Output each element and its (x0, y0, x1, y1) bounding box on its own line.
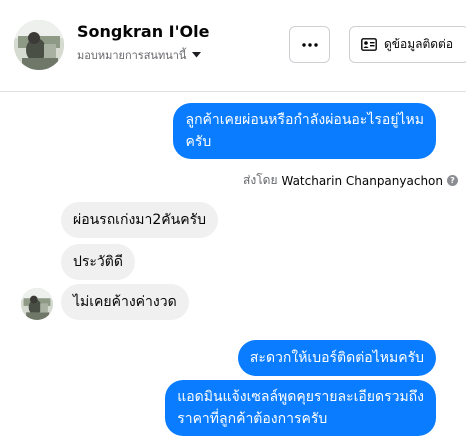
message-bubble-outgoing[interactable]: ลูกค้าเคยผ่อนหรือกำลังผ่อนอะไรอยู่ไหม คร… (173, 103, 436, 159)
message-text: ครับ (185, 134, 212, 150)
message-text: ลูกค้าเคยผ่อนหรือกำลังผ่อนอะไรอยู่ไหม (185, 112, 424, 128)
message-text: สะดวกให้เบอร์ติดต่อไหมครับ (249, 350, 424, 366)
message-text: ราคาที่ลูกค้าต้องการครับ (177, 411, 328, 427)
avatar-photo (14, 20, 64, 70)
assign-conversation[interactable]: มอบหมายการสนทนานี้ (77, 46, 202, 64)
message-text: ไม่เคยค้างค่างวด (73, 294, 177, 310)
view-contact-label: ดูข้อมูลติดต่อ (384, 37, 454, 51)
info-icon[interactable]: ? (447, 175, 458, 186)
contact-avatar[interactable] (14, 20, 64, 70)
contact-name[interactable]: Songkran I'Ole (77, 22, 209, 41)
message-bubble-outgoing[interactable]: แอดมินแจ้งเซลล์พูดคุยรายละเอียดรวมถึง รา… (165, 380, 436, 436)
more-options-button[interactable] (289, 26, 330, 63)
message-bubble-outgoing[interactable]: สะดวกให้เบอร์ติดต่อไหมครับ (237, 340, 436, 376)
message-text: ผ่อนรถเก่งมา2คันครับ (73, 212, 206, 228)
message-bubble-incoming[interactable]: ผ่อนรถเก่งมา2คันครับ (61, 202, 218, 238)
sent-by-label: ส่งโดย Watcharin Chanpanyachon ? (243, 171, 458, 190)
conversation-header: Songkran I'Ole มอบหมายการสนทนานี้ ดูข้อม… (0, 0, 466, 92)
more-dots-icon (301, 42, 318, 47)
message-text: ประวัติดี (73, 254, 123, 270)
contact-card-icon (361, 38, 377, 51)
message-thread: ลูกค้าเคยผ่อนหรือกำลังผ่อนอะไรอยู่ไหม คร… (0, 92, 466, 443)
assign-conversation-label: มอบหมายการสนทนานี้ (77, 49, 187, 62)
message-text: แอดมินแจ้งเซลล์พูดคุยรายละเอียดรวมถึง (177, 389, 424, 405)
message-bubble-incoming[interactable]: ไม่เคยค้างค่างวด (61, 284, 189, 320)
caret-down-icon (192, 52, 202, 58)
view-contact-button[interactable]: ดูข้อมูลติดต่อ (349, 26, 466, 63)
contact-avatar-small[interactable] (21, 288, 53, 320)
sent-by-agent: Watcharin Chanpanyachon (281, 173, 443, 188)
sent-by-prefix: ส่งโดย (243, 173, 278, 187)
message-bubble-incoming[interactable]: ประวัติดี (61, 244, 135, 280)
avatar-photo (21, 288, 53, 320)
